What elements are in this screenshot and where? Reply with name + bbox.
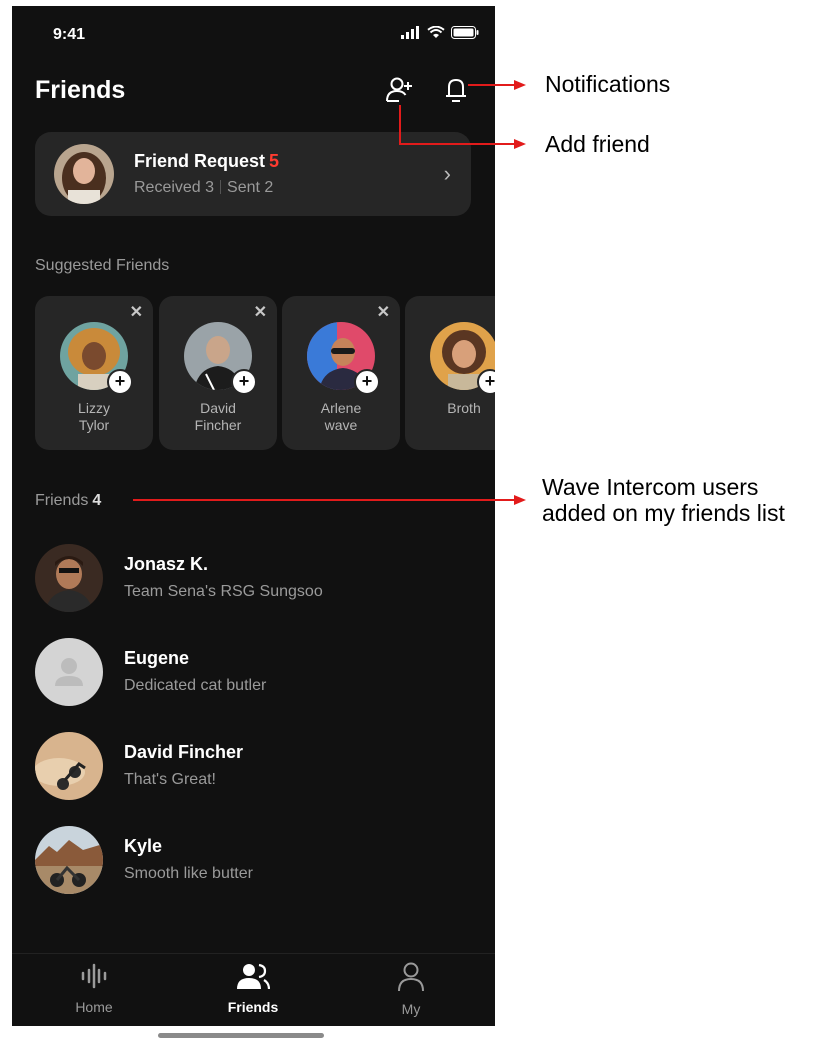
add-friend-arrow — [399, 105, 516, 145]
add-friend-callout: Add friend — [545, 131, 650, 157]
wave-users-callout: Wave Intercom users added on my friends … — [542, 474, 785, 526]
notifications-callout: Notifications — [545, 71, 671, 97]
callout-line: Wave Intercom users — [542, 474, 759, 500]
annotation-arrows — [133, 80, 526, 505]
callout-line: added on my friends list — [542, 500, 785, 526]
